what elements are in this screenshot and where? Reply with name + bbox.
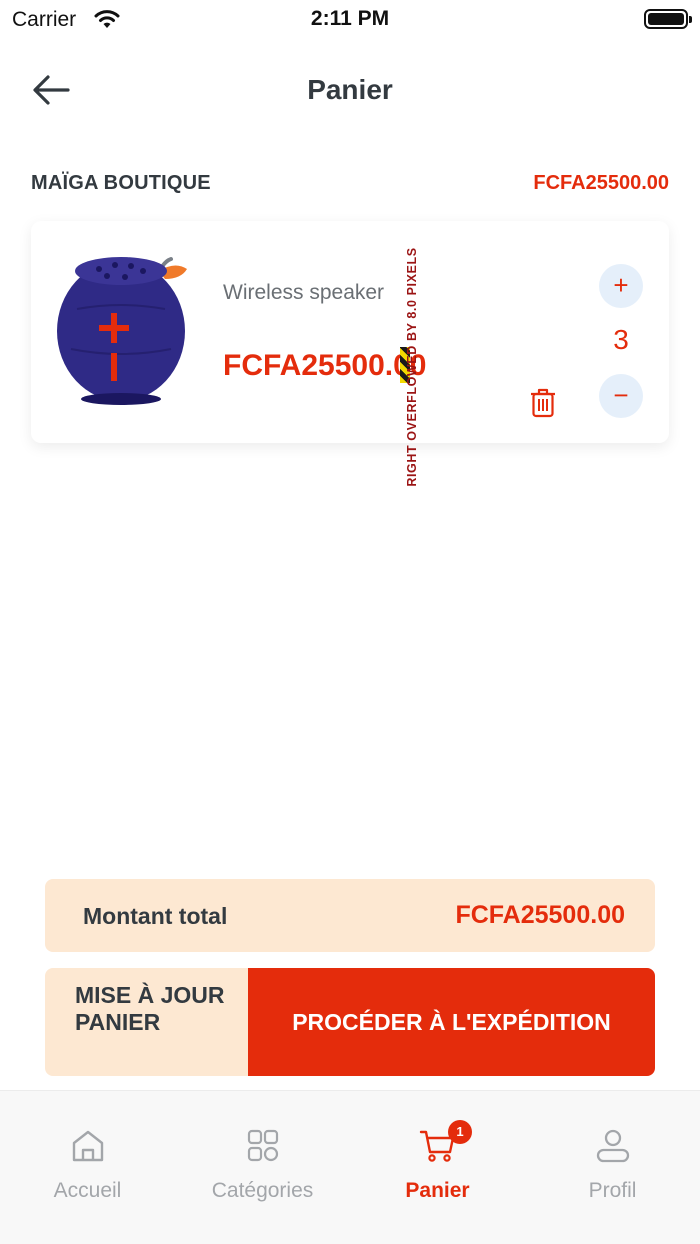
clock: 2:11 PM — [310, 7, 390, 30]
user-icon — [596, 1129, 629, 1163]
nav-item-categories[interactable]: Catégories — [175, 1091, 350, 1244]
page-title: Panier — [307, 74, 393, 105]
shop-total: FCFA25500.00 — [533, 172, 669, 194]
product-name: Wireless speaker — [223, 281, 385, 304]
overflow-warning-text: RIGHT OVERFLOWED BY 8.0 PIXELS — [405, 247, 419, 487]
increase-quantity-button[interactable]: + — [599, 264, 643, 308]
decrease-quantity-button[interactable]: − — [599, 374, 643, 418]
home-icon — [72, 1130, 103, 1162]
product-price: FCFA25500.00 — [223, 349, 427, 382]
trash-icon[interactable] — [528, 387, 558, 419]
nav-label-categories: Catégories — [211, 1179, 314, 1202]
total-amount-panel: Montant total FCFA25500.00 — [45, 879, 655, 952]
nav-label-panier: Panier — [405, 1179, 470, 1202]
update-cart-button[interactable]: MISE À JOUR PANIER — [45, 968, 249, 1076]
grid-icon — [247, 1129, 278, 1162]
checkout-button[interactable]: PROCÉDER À L'EXPÉDITION — [248, 968, 655, 1076]
battery-icon — [644, 9, 692, 29]
shop-name: MAÏGA BOUTIQUE — [31, 172, 211, 194]
quantity-value: 3 — [613, 324, 629, 355]
nav-item-panier[interactable]: Panier — [350, 1091, 525, 1244]
total-value: FCFA25500.00 — [455, 901, 625, 929]
status-bar: Carrier 2:11 PM — [0, 0, 700, 40]
overflow-warning: RIGHT OVERFLOWED BY 8.0 PIXELS — [400, 237, 424, 497]
nav-item-accueil[interactable]: Accueil — [0, 1091, 175, 1244]
bottom-nav: Accueil Catégories Panier Profil — [0, 1090, 700, 1244]
nav-item-profil[interactable]: Profil — [525, 1091, 700, 1244]
total-label: Montant total — [83, 903, 228, 929]
nav-label-accueil: Accueil — [53, 1179, 122, 1202]
cart-count-badge: 1 — [448, 1120, 472, 1144]
nav-label-profil: Profil — [588, 1179, 637, 1202]
cart-item-card: Wireless speaker FCFA25500.00 RIGHT OVER… — [31, 221, 669, 487]
product-image — [57, 257, 187, 405]
